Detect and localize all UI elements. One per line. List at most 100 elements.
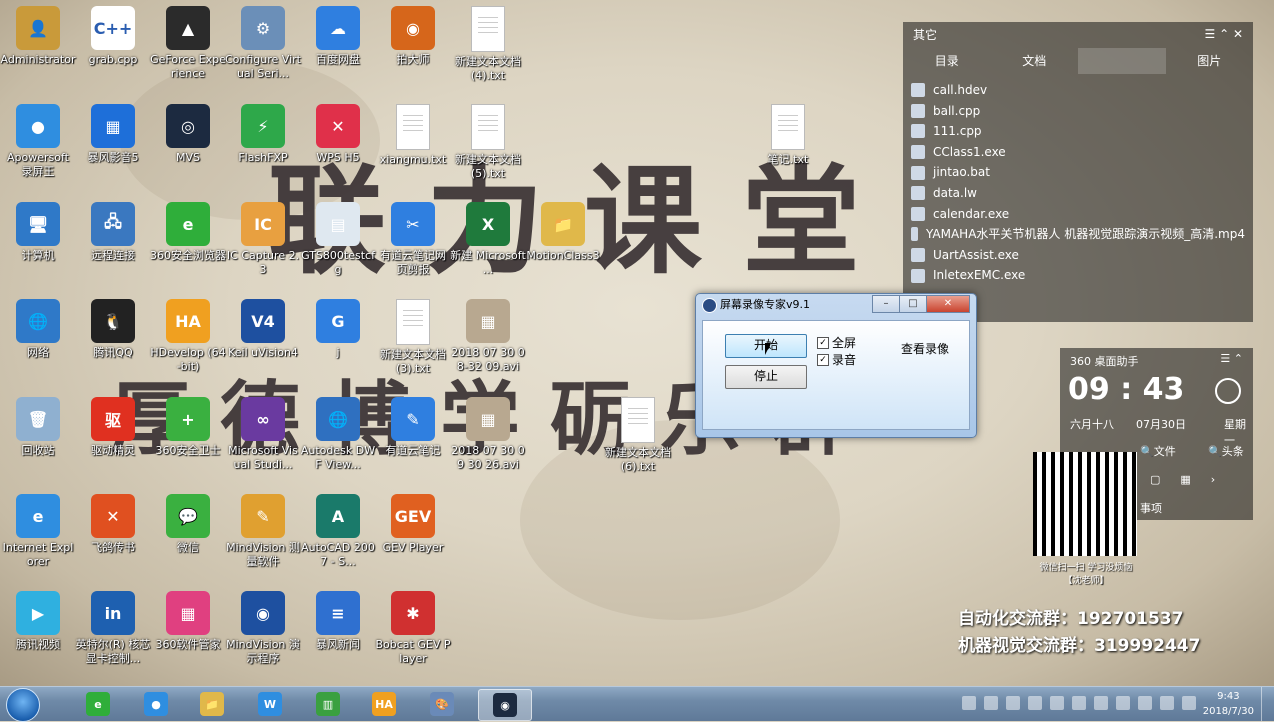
desktop-icon[interactable]: 新建文本文档 (6).txt [600, 397, 676, 474]
desktop-icon[interactable]: 🗑 回收站 [0, 397, 76, 458]
audio-checkbox[interactable]: ✓ 录音 [817, 351, 856, 368]
desktop-icon[interactable]: 新建文本文档 (3).txt [375, 299, 451, 376]
desktop-icon[interactable]: 新建文本文档 (4).txt [450, 6, 526, 83]
desktop-icon[interactable]: e Internet Explorer [0, 494, 76, 569]
desktop-icon[interactable]: 🌐 Autodesk DWF View... [300, 397, 376, 472]
tray-icon[interactable] [1182, 696, 1196, 710]
desktop-icon[interactable]: ✂ 有道云笔记网页剪报 [375, 202, 451, 277]
assistant-file-button[interactable]: 🔍文件 [1140, 443, 1176, 459]
desktop-icon[interactable]: ◎ MVS [150, 104, 226, 165]
desktop-icon[interactable]: 驱驱动精灵 [75, 397, 151, 458]
desktop-icon[interactable]: 🖥 计算机 [0, 202, 76, 263]
assistant-controls[interactable]: ☰ ⌃ [1220, 352, 1243, 365]
desktop-icon[interactable]: 笔记.txt [750, 104, 826, 167]
desktop-icon[interactable]: ✱ Bobcat GEV Player [375, 591, 451, 666]
desktop-icon[interactable]: 🌐 网络 [0, 299, 76, 360]
taskbar-button-hdevelop[interactable]: HA [358, 689, 410, 719]
tab-directory[interactable]: 目录 [903, 48, 991, 74]
taskbar-button-paint[interactable]: 🎨 [416, 689, 468, 719]
desktop-icon[interactable]: GEV GEV Player [375, 494, 451, 555]
taskbar-button-apowersoft[interactable]: ● [130, 689, 182, 719]
desktop-icon[interactable]: V4 Keil uVision4 [225, 299, 301, 360]
show-desktop-button[interactable] [1261, 687, 1274, 721]
desktop-icon[interactable]: ▶ 腾讯视频 [0, 591, 76, 652]
taskbar-clock[interactable]: 9:43 2018/7/30 [1203, 689, 1254, 719]
desktop-icon[interactable]: ▦ 2018 07 30 09 30 26.avi [450, 397, 526, 472]
view-recordings-link[interactable]: 查看录像 [901, 340, 949, 357]
desktop-icon[interactable]: ▲ GeForce Experience [150, 6, 226, 81]
file-list-item[interactable]: UartAssist.exe [911, 245, 1245, 266]
desktop-icon[interactable]: ≡ 暴风新闻 [300, 591, 376, 652]
maximize-button[interactable]: □ [899, 295, 927, 313]
desktop-icon[interactable]: A AutoCAD 2007 - S... [300, 494, 376, 569]
desktop-icon[interactable]: ⚙ Configure Virtual Seri... [225, 6, 301, 81]
file-list-item[interactable]: jintao.bat [911, 162, 1245, 183]
desktop-icon[interactable]: e 360安全浏览器 [150, 202, 226, 263]
file-list-item[interactable]: CClass1.exe [911, 142, 1245, 163]
desktop-icon[interactable]: 🐧 腾讯QQ [75, 299, 151, 360]
desktop-icon[interactable]: ✎ MindVision 测量软件 [225, 494, 301, 569]
desktop-icon[interactable]: Gj [300, 299, 376, 360]
tray-icon[interactable] [1160, 696, 1174, 710]
panel-controls[interactable]: ☰ ⌃ ✕ [1205, 27, 1244, 41]
desktop-icon[interactable]: xiangmu.txt [375, 104, 451, 167]
fullscreen-checkbox[interactable]: ✓ 全屏 [817, 334, 856, 351]
desktop-icon[interactable]: HA HDevelop (64-bit) [150, 299, 226, 374]
taskbar-button-wps[interactable]: W [244, 689, 296, 719]
start-button[interactable] [6, 688, 40, 722]
minimize-button[interactable]: – [872, 295, 900, 313]
assistant-todo-label[interactable]: 事项 [1140, 500, 1162, 516]
desktop-icon[interactable]: ✕ 飞鸽传书 [75, 494, 151, 555]
tab-documents[interactable]: 文档 [991, 48, 1079, 74]
desktop-icon[interactable]: 👤 Administrator [0, 6, 76, 67]
desktop-icon[interactable]: ◉ 拍大师 [375, 6, 451, 67]
desktop-icon[interactable]: 📁 MotionClass3 [525, 202, 601, 263]
desktop-icon[interactable]: 新建文本文档 (5).txt [450, 104, 526, 181]
assistant-head-button[interactable]: 🔍头条 [1208, 443, 1244, 459]
file-list-item[interactable]: 111.cpp [911, 121, 1245, 142]
desktop-icon[interactable]: +360安全卫士 [150, 397, 226, 458]
tray-icon[interactable] [1072, 696, 1086, 710]
tray-icon[interactable] [1028, 696, 1042, 710]
file-list-item[interactable]: data.lw [911, 183, 1245, 204]
file-list-item[interactable]: InletexEMC.exe [911, 265, 1245, 286]
file-list-item[interactable]: call.hdev [911, 80, 1245, 101]
desktop-icon[interactable]: X 新建 Microsoft ... [450, 202, 526, 277]
close-button[interactable]: ✕ [926, 295, 970, 313]
desktop-icon[interactable]: C++ grab.cpp [75, 6, 151, 67]
desktop-icon[interactable]: ▦ 360软件管家 [150, 591, 226, 652]
taskbar-button-360-browser[interactable]: e [72, 689, 124, 719]
desktop-icon[interactable]: ▦ 2018 07 30 08-32 09.avi [450, 299, 526, 374]
tab-other[interactable] [1078, 48, 1166, 74]
tray-icon[interactable] [984, 696, 998, 710]
tab-pictures[interactable]: 图片 [1166, 48, 1254, 74]
file-list-item[interactable]: ball.cpp [911, 101, 1245, 122]
tray-icon[interactable] [1006, 696, 1020, 710]
desktop-icon[interactable]: 💬 微信 [150, 494, 226, 555]
desktop-icon[interactable]: in 英特尔(R) 核芯显卡控制... [75, 591, 151, 666]
desktop-icon[interactable]: ● Apowersoft 录屏王 [0, 104, 76, 179]
assistant-toolbar-icons[interactable]: ▢▦› [1150, 473, 1235, 486]
desktop-icon[interactable]: 🖧 远程连接 [75, 202, 151, 263]
desktop-icon[interactable]: ✕ WPS H5 [300, 104, 376, 165]
stop-button[interactable]: 停止 [725, 365, 807, 389]
desktop-icon[interactable]: ☁ 百度网盘 [300, 6, 376, 67]
desktop-icon[interactable]: ▤ GTS800testcfg [300, 202, 376, 277]
desktop-icon[interactable]: ∞ Microsoft Visual Studi... [225, 397, 301, 472]
desktop-icon[interactable]: ◉ MindVision 演示程序 [225, 591, 301, 666]
desktop-icon[interactable]: IC IC Capture 2.3 [225, 202, 301, 277]
taskbar-button-app-green[interactable]: ▥ [302, 689, 354, 719]
tray-icon[interactable] [962, 696, 976, 710]
desktop-icon[interactable]: ▦ 暴风影音5 [75, 104, 151, 165]
file-list-item[interactable]: calendar.exe [911, 204, 1245, 225]
file-list-item[interactable]: YAMAHA水平关节机器人 机器视觉跟踪演示视频_高清.mp4 [911, 224, 1245, 245]
tray-icon[interactable] [1094, 696, 1108, 710]
taskbar-button-screen-recorder[interactable]: ◉ [478, 689, 532, 721]
tray-icon[interactable] [1050, 696, 1064, 710]
tray-icon[interactable] [1138, 696, 1152, 710]
desktop-icon[interactable]: ⚡ FlashFXP [225, 104, 301, 165]
taskbar-button-explorer[interactable]: 📁 [186, 689, 238, 719]
dialog-titlebar[interactable]: 屏幕录像专家v9.1 – □ ✕ [696, 294, 976, 316]
desktop-icon[interactable]: ✎ 有道云笔记 [375, 397, 451, 458]
tray-icon[interactable] [1116, 696, 1130, 710]
